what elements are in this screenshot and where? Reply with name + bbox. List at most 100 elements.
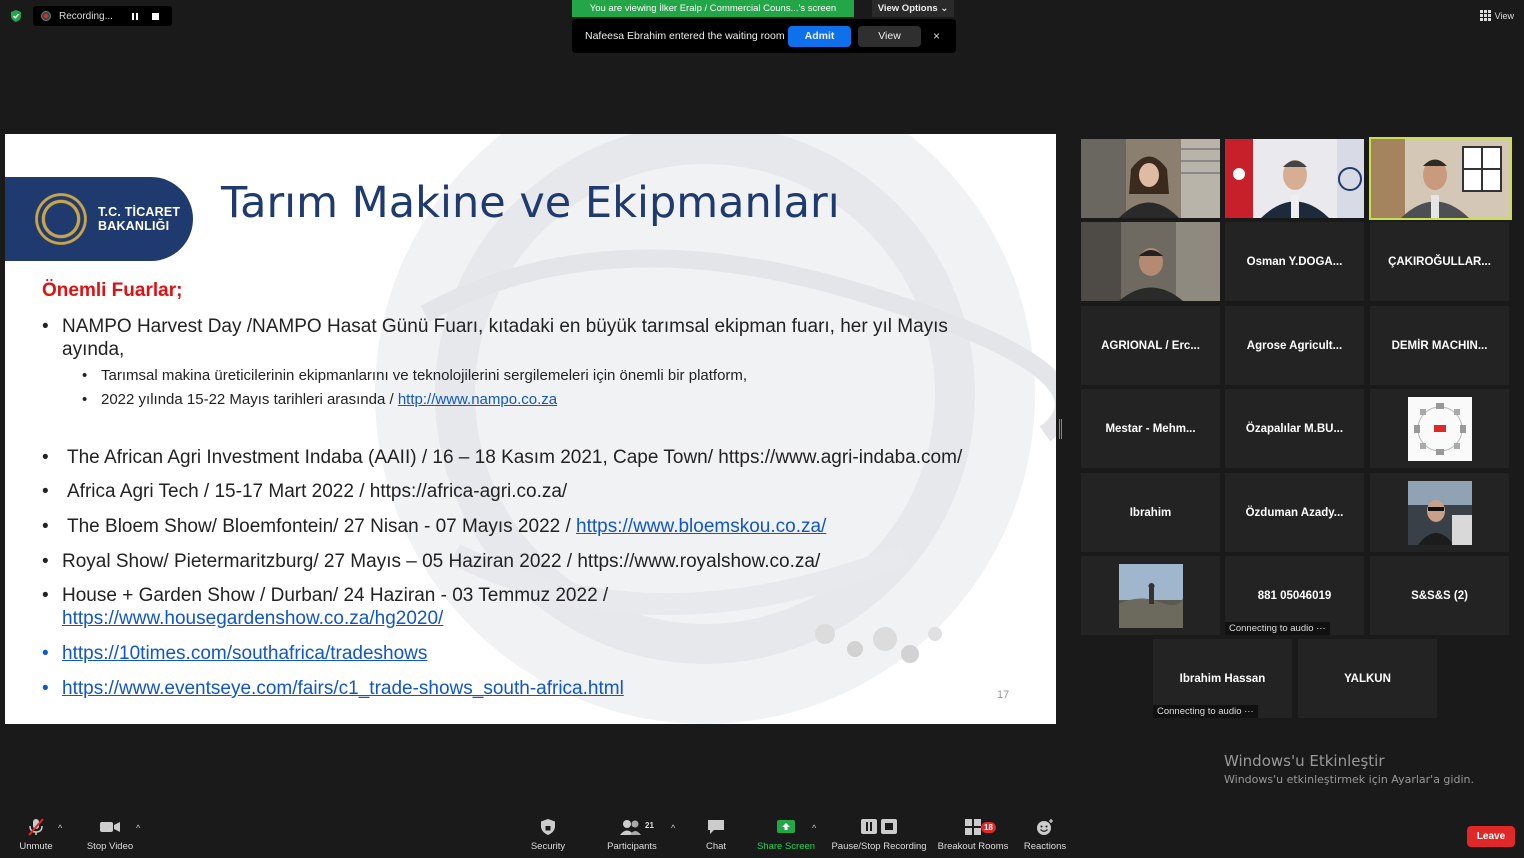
participant-name: DEMİR MACHIN... — [1391, 339, 1488, 352]
bloemskou-link[interactable]: https://www.bloemskou.co.za/ — [576, 516, 826, 537]
bullet-house-garden: • House + Garden Show / Durban/ 24 Hazir… — [42, 585, 609, 630]
slide-page-number: 17 — [997, 689, 1010, 701]
sub-bullet-platform: • Tarımsal makina üreticilerinin ekipmanl… — [82, 367, 748, 384]
bullet-bloem-show: • The Bloem Show/ Bloemfontein/ 27 Nisan … — [42, 516, 827, 537]
participants-button[interactable]: Participants — [592, 818, 672, 852]
shield-icon[interactable] — [9, 9, 23, 23]
tile-cakiroglu[interactable]: ÇAKIROĞULLAR... — [1370, 222, 1509, 301]
security-button[interactable]: Security — [508, 818, 588, 852]
windows-activation-title: Windows'u Etkinleştir — [1224, 752, 1385, 770]
slide-title: Tarım Makine ve Ekipmanları — [221, 178, 840, 228]
participant-name: S&S&S (2) — [1411, 589, 1468, 602]
profile-picture — [1407, 396, 1472, 461]
tile-ibrahim-hassan[interactable]: Ibrahim Hassan Connecting to audio ··· — [1153, 639, 1292, 718]
gallery-view-button[interactable]: View — [1479, 10, 1514, 21]
leave-button[interactable]: Leave — [1467, 826, 1515, 847]
participant-name: Özapalılar M.BU... — [1245, 422, 1344, 435]
profile-picture — [1407, 480, 1472, 545]
tentimes-link[interactable]: https://10times.com/southafrica/tradesho… — [62, 643, 427, 664]
bullet-aaii: • The African Agri Investment Indaba (AAI… — [42, 447, 963, 468]
bullet-africa-agri-tech: • Africa Agri Tech / 15-17 Mart 2022 / ht… — [42, 481, 568, 502]
tile-agrional[interactable]: AGRIONAL / Erc... — [1081, 306, 1220, 385]
pause-icon[interactable] — [129, 10, 141, 22]
breakout-rooms-icon — [965, 819, 981, 835]
unmute-button[interactable]: Unmute — [0, 818, 76, 852]
tile-sss[interactable]: S&S&S (2) — [1370, 556, 1509, 635]
participant-video — [1371, 139, 1510, 218]
bullet-nampo: • NAMPO Harvest Day /NAMPO Hasat Günü Fu… — [42, 316, 948, 360]
housegarden-link[interactable]: https://www.housegardenshow.co.za/hg2020… — [62, 607, 608, 630]
section-heading: Önemli Fuarlar; — [42, 280, 183, 301]
video-options-caret[interactable]: ^ — [136, 823, 140, 833]
participant-name: ÇAKIROĞULLAR... — [1388, 255, 1491, 268]
tile-phone-participant[interactable]: 881 05046019 Connecting to audio ··· — [1225, 556, 1364, 635]
video-tile-man-car[interactable] — [1081, 222, 1220, 301]
view-waiting-button[interactable]: View — [858, 25, 921, 47]
sub-bullet-dates: • 2022 yılında 15-22 Mayıs tarihleri aras… — [82, 391, 558, 408]
ministry-logo: T.C. TİCARET BAKANLIĞI — [5, 177, 193, 261]
tile-yalkun[interactable]: YALKUN — [1298, 639, 1437, 718]
shared-screen-slide: T.C. TİCARET BAKANLIĞI Tarım Makine ve E… — [5, 134, 1056, 724]
split-divider-handle[interactable] — [1059, 419, 1062, 439]
bullet-royal-show: • Royal Show/ Pietermaritzburg/ 27 Mayıs … — [42, 551, 821, 572]
tile-profile-landscape[interactable] — [1081, 556, 1220, 635]
waiting-room-message: Nafeesa Ebrahim entered the waiting room — [585, 30, 785, 42]
participant-name: Agrose Agricult... — [1246, 339, 1343, 352]
breakout-rooms-badge: 18 — [981, 822, 996, 833]
audio-options-caret[interactable]: ^ — [58, 823, 62, 833]
breakout-rooms-button[interactable]: Breakout Rooms — [933, 818, 1013, 852]
participant-name: Özduman Azady... — [1245, 506, 1344, 519]
participant-video — [1081, 222, 1220, 301]
view-options-button[interactable]: View Options ⌄ — [872, 0, 954, 17]
waiting-room-notification: Nafeesa Ebrahim entered the waiting room… — [572, 19, 956, 53]
participant-name: Ibrahim — [1129, 506, 1172, 519]
ministry-emblem-icon — [32, 190, 90, 248]
logo-line-2: BAKANLIĞI — [98, 219, 170, 233]
chat-icon — [708, 820, 724, 834]
stop-icon[interactable] — [149, 10, 161, 22]
tile-ozapalilar[interactable]: Özapalılar M.BU... — [1225, 389, 1364, 468]
close-icon[interactable]: × — [933, 29, 940, 43]
tile-profile-diagram[interactable] — [1370, 389, 1509, 468]
viewing-screen-banner: You are viewing İlker Eralp / Commercial… — [572, 0, 854, 17]
windows-activation-subtitle: Windows'u etkinleştirmek için Ayarlar'a … — [1224, 773, 1474, 786]
recording-indicator: Recording... — [33, 6, 172, 26]
participant-video — [1081, 139, 1220, 218]
participant-name: Osman Y.DOGA... — [1246, 255, 1343, 268]
participant-name: Ibrahim Hassan — [1179, 672, 1266, 685]
pause-stop-recording-icon — [861, 819, 897, 834]
reactions-button[interactable]: Reactions — [1005, 818, 1085, 852]
tile-agrose[interactable]: Agrose Agricult... — [1225, 306, 1364, 385]
bullet-eventseye: • https://www.eventseye.com/fairs/c1_trad… — [42, 678, 624, 699]
tile-mestar[interactable]: Mestar - Mehm... — [1081, 389, 1220, 468]
reactions-icon — [1037, 819, 1053, 835]
eventseye-link[interactable]: https://www.eventseye.com/fairs/c1_trade… — [62, 678, 624, 699]
participant-name: YALKUN — [1344, 672, 1391, 685]
tile-profile-car[interactable] — [1370, 473, 1509, 552]
tile-ozduman[interactable]: Özduman Azady... — [1225, 473, 1364, 552]
participants-caret[interactable]: ^ — [671, 823, 675, 833]
chat-button[interactable]: Chat — [676, 818, 756, 852]
recording-label: Recording... — [59, 10, 113, 22]
tile-osman[interactable]: Osman Y.DOGA... — [1225, 222, 1364, 301]
admit-button[interactable]: Admit — [788, 25, 851, 47]
bullet-10times: • https://10times.com/southafrica/tradesh… — [42, 643, 428, 664]
grid-icon — [1479, 10, 1491, 21]
participant-name: AGRIONAL / Erc... — [1101, 339, 1200, 352]
share-screen-icon — [777, 820, 795, 833]
video-tile-active-speaker[interactable] — [1369, 137, 1512, 220]
participants-count: 21 — [645, 821, 654, 830]
security-icon — [541, 819, 555, 835]
share-options-caret[interactable]: ^ — [812, 823, 816, 833]
tile-ibrahim[interactable]: Ibrahim — [1081, 473, 1220, 552]
nampo-link[interactable]: http://www.nampo.co.za — [398, 391, 557, 408]
participant-name: 881 05046019 — [1257, 589, 1332, 602]
video-tile-osman[interactable] — [1225, 139, 1364, 218]
participant-video — [1225, 139, 1364, 218]
video-tile-woman[interactable] — [1081, 139, 1220, 218]
connecting-audio-status: Connecting to audio ··· — [1153, 705, 1258, 718]
pause-stop-recording-button[interactable]: Pause/Stop Recording — [828, 818, 930, 852]
tile-demir[interactable]: DEMİR MACHIN... — [1370, 306, 1509, 385]
mic-muted-icon — [28, 818, 44, 836]
participants-icon — [620, 820, 641, 835]
